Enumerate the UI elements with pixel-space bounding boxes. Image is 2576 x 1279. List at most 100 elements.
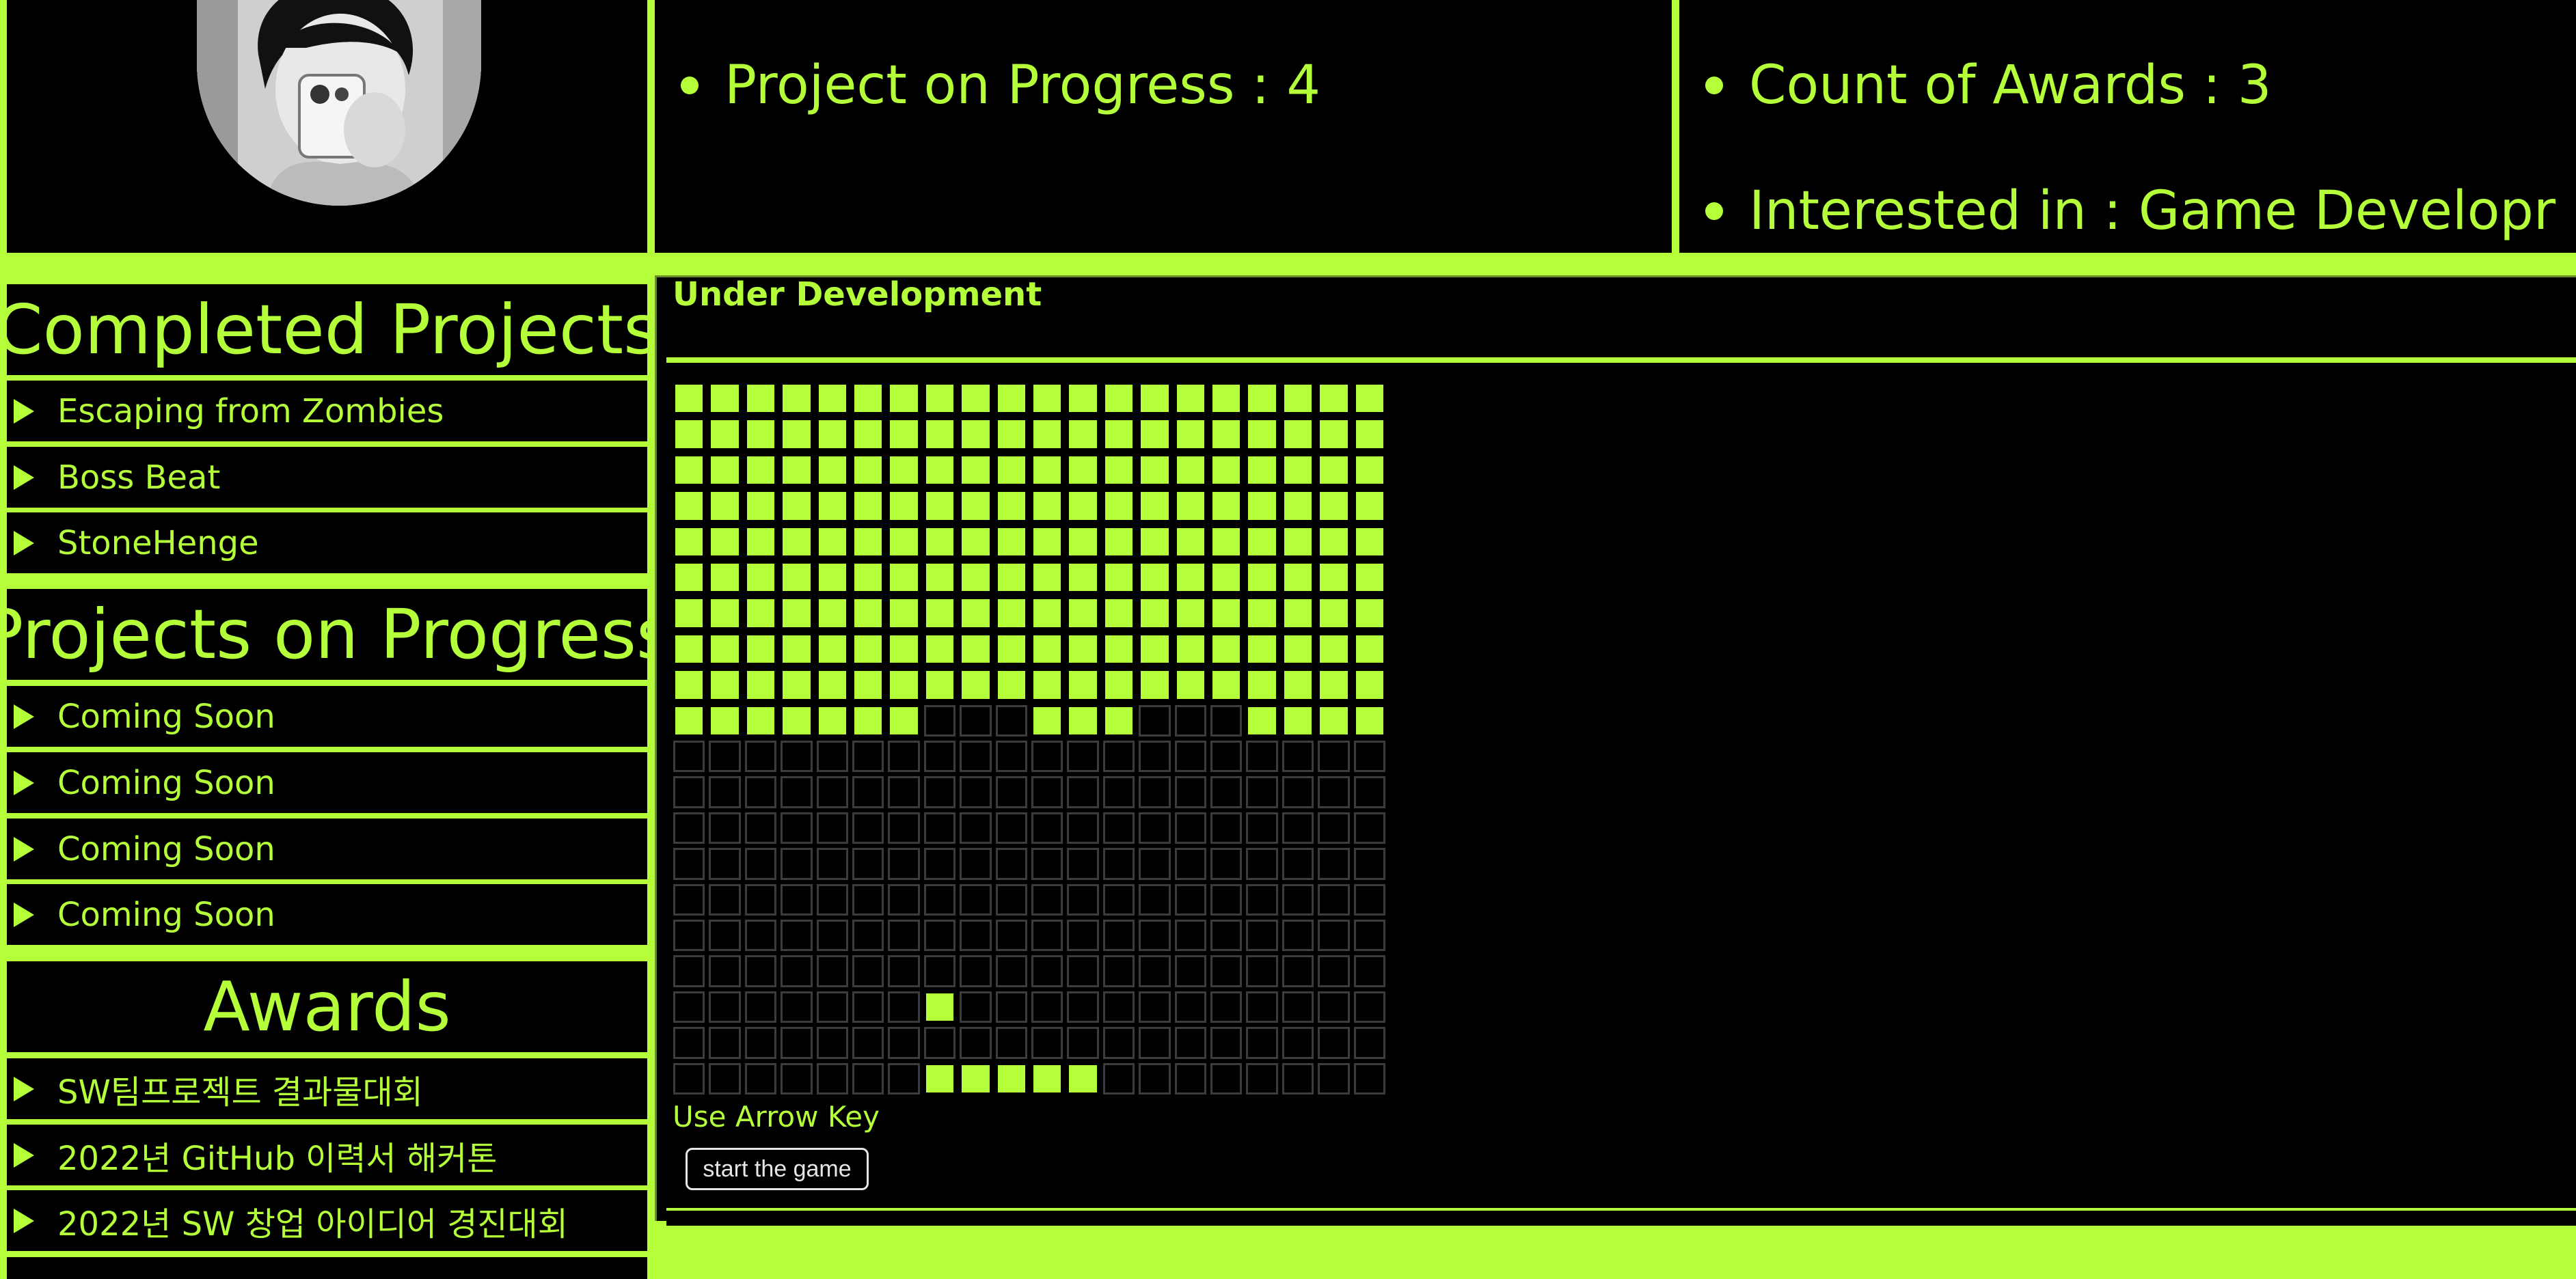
news-ticker: , Unknown_News2 / Playlist : Unknown / ←… <box>666 1228 2576 1274</box>
grid-cell-empty <box>995 776 1027 808</box>
completed-project-item[interactable]: StoneHenge <box>7 512 647 573</box>
heading-text: Awards <box>203 967 451 1047</box>
grid-cell-filled <box>960 669 992 701</box>
grid-cell-filled <box>1246 704 1278 737</box>
grid-cell-empty <box>1067 776 1099 808</box>
triangle-right-icon <box>14 1208 34 1233</box>
grid-cell-filled <box>709 597 741 629</box>
triangle-right-icon <box>14 902 34 927</box>
grid-cell-empty <box>1353 920 1385 952</box>
award-item[interactable]: 2022년 SW 창업 아이디어 경진대회 <box>7 1190 647 1251</box>
grid-cell-filled <box>1102 418 1135 450</box>
grid-cell-empty <box>995 1027 1027 1059</box>
grid-cell-empty <box>923 1027 956 1059</box>
grid-cell-filled <box>816 633 848 665</box>
grid-cell-filled <box>1031 704 1063 737</box>
grid-cell-filled <box>888 704 920 737</box>
grid-cell-filled <box>960 490 992 522</box>
completed-project-item[interactable]: Boss Beat <box>7 447 647 508</box>
grid-cell-empty <box>1246 776 1278 808</box>
grid-cell-empty <box>673 812 705 844</box>
grid-cell-filled <box>923 633 956 665</box>
award-item[interactable]: SW팀프로젝트 결과물대회 <box>7 1058 647 1119</box>
grid-cell-empty <box>1139 776 1171 808</box>
bullet-icon <box>681 77 699 94</box>
grid-cell-empty <box>1282 883 1314 916</box>
grid-cell-empty <box>744 848 777 880</box>
grid-cell-filled <box>1067 490 1099 522</box>
grid-cell-filled <box>960 633 992 665</box>
grid-cell-filled <box>995 633 1027 665</box>
grid-cell-empty <box>1067 955 1099 987</box>
grid-cell-empty <box>1031 920 1063 952</box>
grid-cell-empty <box>744 812 777 844</box>
grid-cell-filled <box>852 562 884 594</box>
grid-cell-empty <box>1318 920 1350 952</box>
grid-cell-filled <box>1246 454 1278 486</box>
grid-cell-filled <box>1067 704 1099 737</box>
grid-cell-empty <box>1353 955 1385 987</box>
grid-cell-empty <box>1031 955 1063 987</box>
item-label: Coming Soon <box>57 829 275 868</box>
grid-cell-empty <box>923 776 956 808</box>
grid-cell-filled <box>1174 633 1206 665</box>
award-item[interactable]: 2022년 GitHub 이력서 해커톤 <box>7 1125 647 1185</box>
completed-project-item[interactable]: Escaping from Zombies <box>7 381 647 441</box>
progress-project-item[interactable]: Coming Soon <box>7 819 647 879</box>
grid-cell-filled <box>673 490 705 522</box>
grid-cell-empty <box>888 848 920 880</box>
grid-cell-filled <box>1210 454 1243 486</box>
grid-cell-filled <box>1139 454 1171 486</box>
grid-cell-empty <box>1246 955 1278 987</box>
stat-count-awards: Count of Awards : 3 <box>1705 59 2272 112</box>
grid-cell-empty <box>1318 883 1350 916</box>
grid-cell-empty <box>1210 848 1243 880</box>
grid-cell-filled <box>995 1062 1027 1095</box>
grid-cell-filled <box>1353 454 1385 486</box>
grid-cell-filled <box>1353 633 1385 665</box>
progress-project-item[interactable]: Coming Soon <box>7 752 647 813</box>
grid-cell-empty <box>1282 1062 1314 1095</box>
projects-progress-heading: Projects on Progress <box>0 589 672 680</box>
grid-cell-empty <box>1067 1027 1099 1059</box>
grid-cell-empty <box>709 920 741 952</box>
grid-cell-empty <box>1282 812 1314 844</box>
progress-project-item[interactable]: Coming Soon <box>7 884 647 945</box>
game-board[interactable] <box>670 379 1389 1098</box>
grid-cell-filled <box>888 562 920 594</box>
progress-project-item[interactable]: Coming Soon <box>7 686 647 747</box>
grid-cell-empty <box>1210 920 1243 952</box>
grid-cell-empty <box>1282 991 1314 1023</box>
grid-cell-filled <box>1282 633 1314 665</box>
grid-cell-empty <box>888 955 920 987</box>
grid-cell-filled <box>1139 418 1171 450</box>
stat-label: Interested in : Game Developr <box>1749 180 2556 242</box>
grid-cell-filled <box>673 669 705 701</box>
grid-cell-empty <box>1318 812 1350 844</box>
grid-cell-empty <box>1246 1062 1278 1095</box>
grid-cell-empty <box>1067 991 1099 1023</box>
grid-cell-empty <box>1210 883 1243 916</box>
grid-cell-filled <box>709 562 741 594</box>
item-label: Boss Beat <box>57 458 221 497</box>
grid-cell-empty <box>781 812 813 844</box>
grid-cell-empty <box>1031 883 1063 916</box>
start-game-button[interactable]: start the game <box>686 1148 869 1190</box>
grid-cell-filled <box>1102 490 1135 522</box>
grid-cell-empty <box>852 776 884 808</box>
grid-cell-filled <box>1318 704 1350 737</box>
grid-cell-empty <box>709 848 741 880</box>
grid-cell-filled <box>709 704 741 737</box>
grid-cell-empty <box>744 920 777 952</box>
grid-cell-filled <box>673 418 705 450</box>
stat-label: Count of Awards : 3 <box>1749 55 2272 116</box>
grid-cell-filled <box>852 669 884 701</box>
grid-cell-empty <box>1139 1027 1171 1059</box>
grid-cell-empty <box>1174 704 1206 737</box>
grid-cell-empty <box>1174 991 1206 1023</box>
grid-cell-empty <box>816 955 848 987</box>
grid-cell-empty <box>1139 955 1171 987</box>
grid-cell-filled <box>888 597 920 629</box>
grid-cell-filled <box>1174 562 1206 594</box>
grid-cell-filled <box>744 490 777 522</box>
